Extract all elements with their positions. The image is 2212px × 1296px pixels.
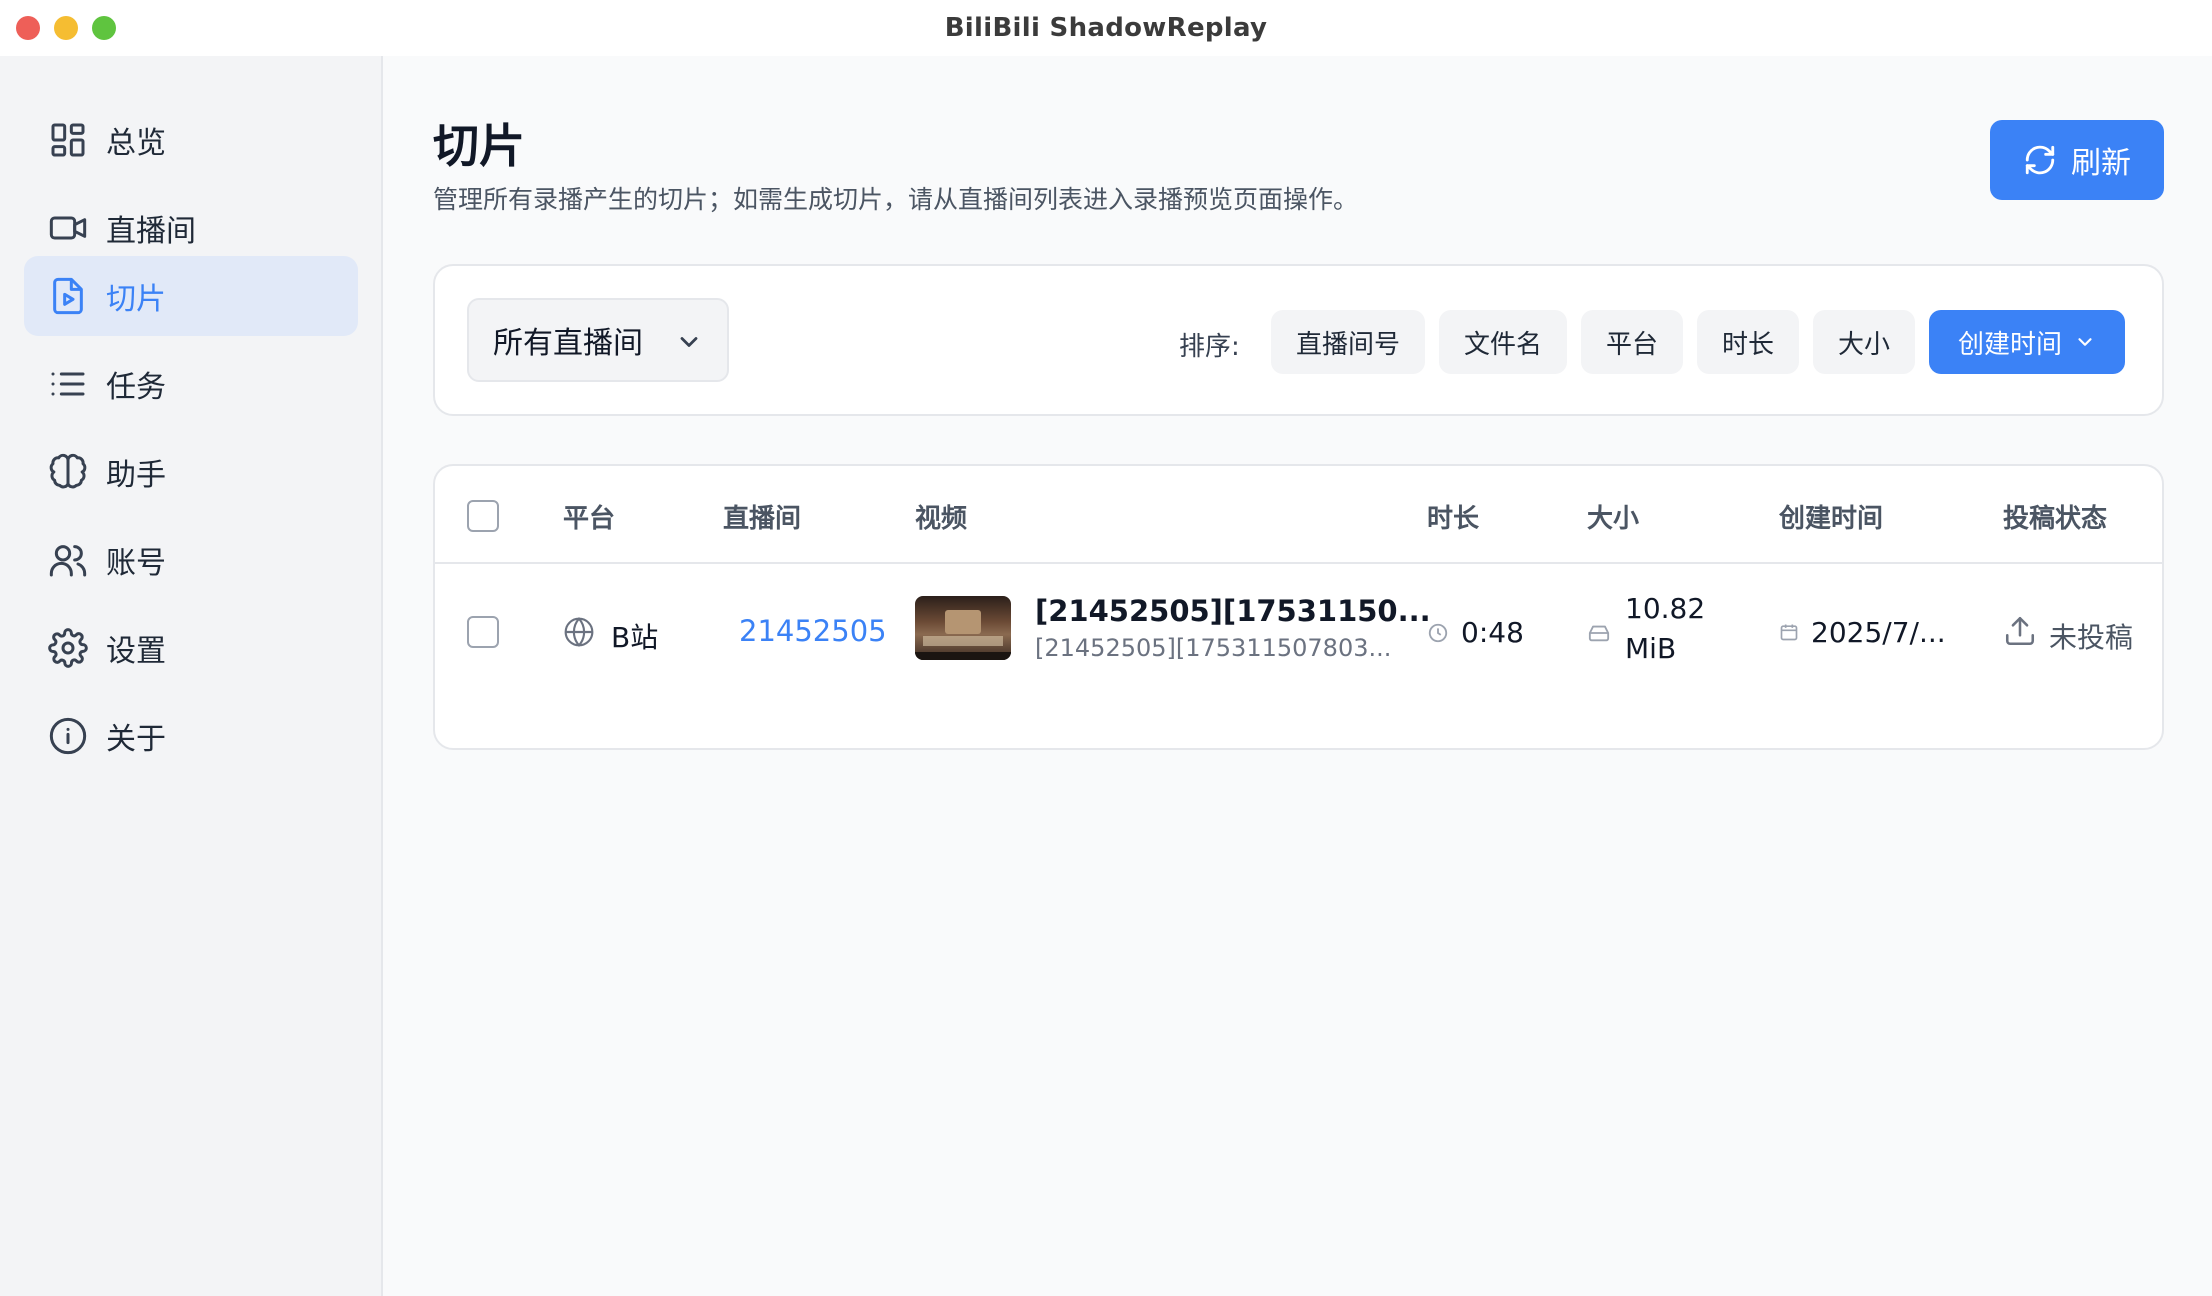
chevron-down-icon bbox=[680, 337, 698, 347]
sidebar-item-label: 任务 bbox=[106, 370, 166, 405]
sidebar-item-assistant[interactable]: 助手 bbox=[24, 432, 358, 512]
upload-status[interactable]: 未投稿 bbox=[2049, 616, 2133, 656]
sidebar: 总览 直播间 切片 任务 助手 账号 设置 关于 bbox=[0, 56, 383, 1296]
video-thumbnail[interactable] bbox=[915, 596, 1011, 660]
sort-option-label: 文件名 bbox=[1463, 329, 1542, 360]
info-icon bbox=[49, 717, 87, 755]
column-header-created: 创建时间 bbox=[1779, 504, 1884, 534]
sidebar-item-label: 设置 bbox=[106, 634, 166, 669]
platform-value: B站 bbox=[611, 621, 659, 654]
calendar-icon bbox=[1780, 624, 1798, 641]
file-play-icon bbox=[53, 277, 83, 315]
room-filter-select[interactable]: 所有直播间 bbox=[467, 298, 729, 382]
sort-by-duration-button[interactable]: 时长 bbox=[1697, 310, 1799, 374]
sidebar-item-clips[interactable]: 切片 bbox=[24, 256, 358, 336]
video-camera-icon bbox=[49, 216, 87, 240]
dashboard-icon bbox=[51, 123, 85, 157]
sort-label: 排序: bbox=[1179, 332, 1240, 362]
sort-option-label: 时长 bbox=[1721, 329, 1774, 360]
column-header-duration: 时长 bbox=[1427, 504, 1480, 534]
sidebar-item-label: 关于 bbox=[106, 722, 166, 757]
maximize-window-button[interactable] bbox=[92, 16, 116, 40]
sort-by-filename-button[interactable]: 文件名 bbox=[1439, 310, 1567, 374]
users-icon bbox=[49, 545, 87, 577]
window-title: BiliBili ShadowReplay bbox=[944, 13, 1268, 43]
sidebar-item-overview[interactable]: 总览 bbox=[24, 100, 358, 180]
globe-icon bbox=[564, 617, 594, 647]
sort-by-created-button[interactable]: 创建时间 bbox=[1929, 310, 2125, 374]
clock-icon bbox=[1428, 623, 1448, 643]
column-header-video: 视频 bbox=[915, 504, 968, 534]
video-filename: [21452505][175311507803... bbox=[1035, 634, 1392, 662]
room-filter-value: 所有直播间 bbox=[493, 326, 643, 361]
sidebar-item-label: 直播间 bbox=[106, 214, 196, 249]
title-bar: BiliBili ShadowReplay bbox=[0, 0, 2212, 56]
chevron-down-icon bbox=[2078, 338, 2092, 346]
sort-option-label: 大小 bbox=[1837, 329, 1890, 360]
duration-value: 0:48 bbox=[1461, 616, 1524, 649]
video-title[interactable]: [21452505][17531150... bbox=[1035, 594, 1431, 628]
refresh-label: 刷新 bbox=[2071, 146, 2131, 181]
sort-by-size-button[interactable]: 大小 bbox=[1813, 310, 1915, 374]
column-header-room: 直播间 bbox=[723, 504, 802, 534]
sort-by-room-button[interactable]: 直播间号 bbox=[1271, 310, 1425, 374]
room-link[interactable]: 21452505 bbox=[739, 614, 887, 648]
table-row[interactable]: B站 21452505 [21452505][17531150... [2145… bbox=[435, 564, 2162, 748]
close-window-button[interactable] bbox=[16, 16, 40, 40]
created-value: 2025/7/... bbox=[1811, 616, 1946, 649]
hard-drive-icon bbox=[1588, 625, 1610, 642]
clips-table: 平台 直播间 视频 时长 大小 创建时间 投稿状态 B站 21452505 [2… bbox=[433, 464, 2164, 750]
select-all-checkbox[interactable] bbox=[467, 500, 499, 532]
list-icon bbox=[51, 372, 85, 396]
main-content: 切片 管理所有录播产生的切片；如需生成切片，请从直播间列表进入录播预览页面操作。… bbox=[385, 56, 2212, 1296]
sidebar-item-about[interactable]: 关于 bbox=[24, 696, 358, 776]
page-title: 切片 bbox=[433, 119, 525, 173]
sidebar-item-settings[interactable]: 设置 bbox=[24, 608, 358, 688]
size-unit: MiB bbox=[1625, 632, 1677, 665]
sidebar-item-label: 切片 bbox=[106, 282, 166, 317]
minimize-window-button[interactable] bbox=[54, 16, 78, 40]
brain-icon bbox=[49, 453, 87, 489]
sidebar-item-label: 助手 bbox=[106, 458, 166, 493]
sidebar-item-accounts[interactable]: 账号 bbox=[24, 520, 358, 600]
sort-option-label: 平台 bbox=[1605, 329, 1658, 360]
refresh-button[interactable]: 刷新 bbox=[1990, 120, 2164, 200]
table-header: 平台 直播间 视频 时长 大小 创建时间 投稿状态 bbox=[435, 466, 2162, 564]
column-header-size: 大小 bbox=[1587, 504, 1640, 534]
column-header-upload-status: 投稿状态 bbox=[2003, 504, 2108, 534]
sidebar-item-label: 总览 bbox=[106, 126, 166, 161]
page-subtitle: 管理所有录播产生的切片；如需生成切片，请从直播间列表进入录播预览页面操作。 bbox=[433, 185, 1359, 214]
gear-icon bbox=[48, 628, 88, 668]
sidebar-item-label: 账号 bbox=[106, 546, 166, 581]
column-header-platform: 平台 bbox=[563, 504, 616, 534]
sort-option-label: 创建时间 bbox=[1957, 329, 2062, 360]
refresh-icon bbox=[2025, 145, 2055, 175]
size-value: 10.82 bbox=[1625, 592, 1706, 625]
filter-bar: 所有直播间 排序: 直播间号 文件名 平台 时长 大小 创建时间 bbox=[433, 264, 2164, 416]
upload-icon[interactable] bbox=[2003, 614, 2037, 648]
row-checkbox[interactable] bbox=[467, 616, 499, 648]
window-controls bbox=[16, 16, 116, 40]
sort-by-platform-button[interactable]: 平台 bbox=[1581, 310, 1683, 374]
sort-option-label: 直播间号 bbox=[1295, 329, 1400, 360]
sidebar-item-tasks[interactable]: 任务 bbox=[24, 344, 358, 424]
